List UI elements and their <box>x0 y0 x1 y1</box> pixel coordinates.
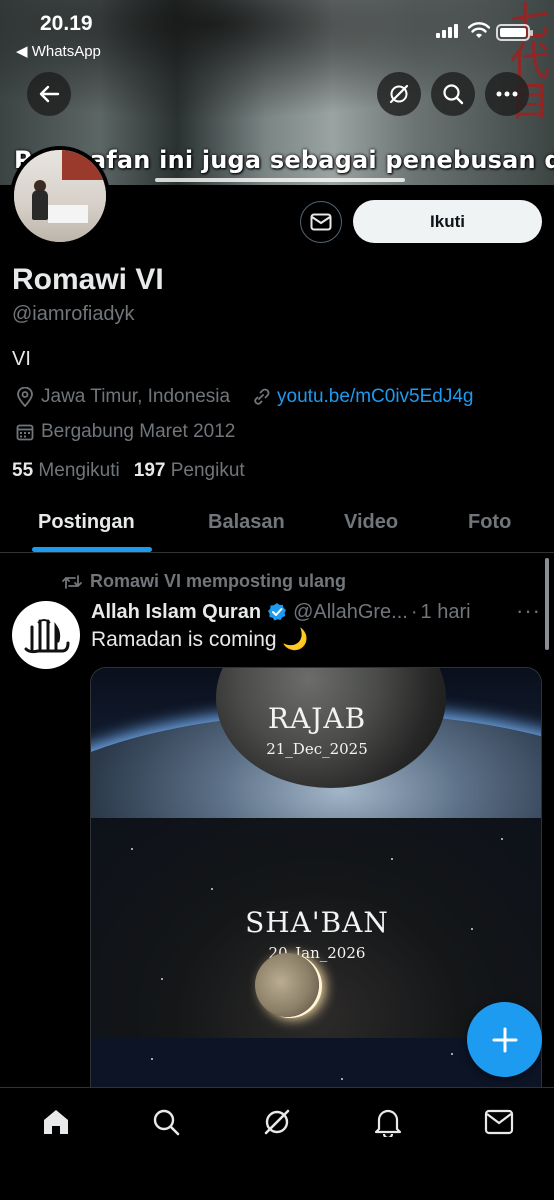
location-icon <box>14 386 36 408</box>
following-count: 55 <box>12 460 34 481</box>
scroll-indicator[interactable] <box>545 558 549 650</box>
notifications-icon <box>374 1109 402 1137</box>
search-button[interactable] <box>431 72 475 116</box>
wifi-icon <box>468 22 490 38</box>
profile-avatar[interactable] <box>10 146 110 246</box>
post-text: Ramadan is coming 🌙 <box>91 628 309 651</box>
followers-label: Pengikut <box>170 460 245 481</box>
profile-bio: VI <box>12 348 31 370</box>
following-stat[interactable]: 55 Mengikuti <box>12 460 120 482</box>
post-time: 1 hari <box>420 600 471 623</box>
profile-location: Jawa Timur, Indonesia <box>41 386 231 407</box>
repost-indicator: Romawi VI memposting ulang <box>62 571 346 592</box>
media-date-shaban: 20_Jan_2026 <box>268 944 366 962</box>
signal-icon <box>436 24 458 38</box>
profile-link[interactable]: youtu.be/mC0iv5EdJ4g <box>277 386 473 408</box>
profile-handle: @iamrofiadyk <box>12 303 135 325</box>
crescent-moon <box>255 953 319 1017</box>
nav-home[interactable] <box>40 1106 72 1138</box>
banner-progress <box>155 178 405 182</box>
tab-postingan[interactable]: Postingan <box>38 511 135 534</box>
messages-icon <box>484 1109 514 1135</box>
calendar-icon <box>14 421 36 443</box>
media-date-rajab: 21_Dec_2025 <box>266 740 368 758</box>
media-panel-shaban: SHA'BAN 20_Jan_2026 <box>91 818 541 1038</box>
nav-search[interactable] <box>150 1106 182 1138</box>
grok-icon <box>389 84 409 104</box>
grok-icon <box>264 1109 290 1135</box>
followers-stat[interactable]: 197 Pengikut <box>134 460 245 482</box>
post-more-icon[interactable]: ··· <box>516 598 541 624</box>
profile-joined-row: Bergabung Maret 2012 <box>14 419 235 445</box>
post-author-name[interactable]: Allah Islam Quran <box>91 601 261 624</box>
media-title-rajab: RAJAB <box>267 702 367 735</box>
message-button[interactable] <box>300 201 342 243</box>
follow-stats: 55 Mengikuti 197 Pengikut <box>12 460 245 482</box>
grok-button[interactable] <box>377 72 421 116</box>
profile-name: Romawi VI <box>12 263 164 296</box>
more-icon <box>496 91 518 97</box>
profile-tabs: Postingan Balasan Video Foto <box>0 500 554 553</box>
active-tab-indicator <box>32 547 152 552</box>
status-bar: 20.19 ◀ WhatsApp <box>0 0 554 64</box>
search-icon <box>153 1109 180 1136</box>
profile-joined: Bergabung Maret 2012 <box>41 421 236 442</box>
repost-label: Romawi VI memposting ulang <box>90 571 347 591</box>
followers-count: 197 <box>133 460 166 481</box>
profile-meta-row: Jawa Timur, Indonesia youtu.be/mC0iv5EdJ… <box>14 384 474 410</box>
following-label: Mengikuti <box>38 460 120 481</box>
link-icon <box>250 386 272 408</box>
home-icon <box>44 1110 68 1134</box>
follow-button[interactable]: Ikuti <box>353 200 542 243</box>
repost-icon <box>62 574 82 589</box>
tab-foto[interactable]: Foto <box>468 511 511 534</box>
post-author-handle: @AllahGre... <box>293 600 408 623</box>
media-title-shaban: SHA'BAN <box>245 906 389 939</box>
battery-icon <box>496 24 533 41</box>
arrow-left-icon <box>39 85 60 103</box>
tab-video[interactable]: Video <box>344 511 398 534</box>
nav-messages[interactable] <box>483 1106 515 1138</box>
verified-badge-icon <box>267 602 287 622</box>
search-icon <box>443 84 464 105</box>
allah-calligraphy-icon <box>24 619 70 654</box>
media-panel-rajab: RAJAB 21_Dec_2025 <box>91 668 541 973</box>
mail-icon <box>310 213 332 231</box>
tab-balasan[interactable]: Balasan <box>208 511 285 534</box>
compose-button[interactable] <box>467 1002 542 1077</box>
back-to-app-link[interactable]: ◀ WhatsApp <box>16 42 101 60</box>
nav-notifications[interactable] <box>372 1106 404 1138</box>
back-button[interactable] <box>27 72 71 116</box>
more-button[interactable] <box>485 72 529 116</box>
post-separator: · <box>410 600 418 623</box>
post-author-avatar[interactable] <box>12 601 80 669</box>
nav-grok[interactable] <box>261 1106 293 1138</box>
status-time: 20.19 <box>40 12 93 35</box>
plus-icon <box>492 1027 517 1052</box>
bottom-navigation <box>0 1087 554 1200</box>
post-header: Allah Islam Quran @AllahGre... · 1 hari <box>91 599 471 625</box>
